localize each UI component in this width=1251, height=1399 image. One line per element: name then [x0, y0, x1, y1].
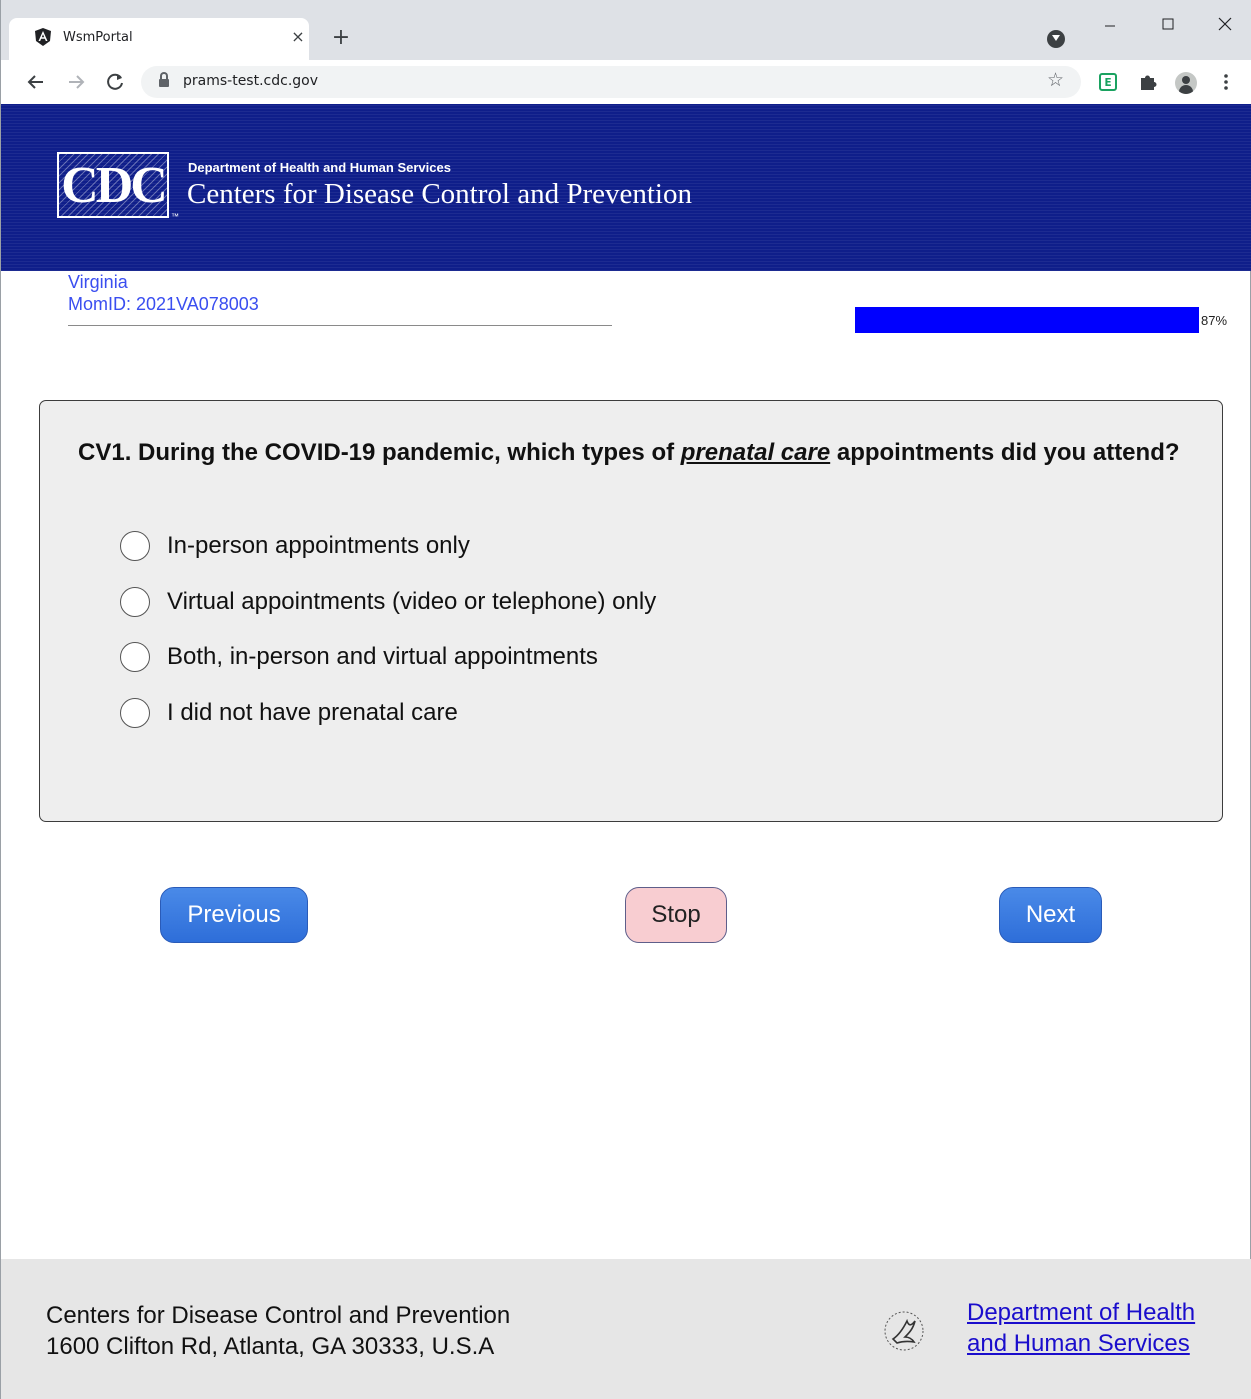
cdc-logo-text: CDC — [61, 157, 168, 214]
question-text: CV1. During the COVID-19 pandemic, which… — [78, 437, 1188, 468]
back-icon[interactable] — [23, 69, 49, 95]
address-bar[interactable]: prams-test.cdc.gov ☆ — [141, 66, 1081, 98]
hhs-link-line1[interactable]: Department of Health — [967, 1299, 1195, 1326]
lock-icon[interactable] — [159, 72, 169, 88]
tab-close-icon[interactable]: × — [287, 26, 309, 48]
agency-name: Centers for Disease Control and Preventi… — [187, 178, 692, 210]
minimize-icon[interactable] — [1095, 12, 1125, 36]
puzzle-icon[interactable] — [1135, 69, 1161, 95]
trademark-mark: ™ — [171, 212, 179, 221]
question-prefix: CV1. During the COVID-19 pandemic, which… — [78, 439, 681, 466]
answer-option-label[interactable]: I did not have prenatal care — [167, 699, 458, 727]
browser-toolbar: prams-test.cdc.gov ☆ ᴇ — [1, 60, 1251, 104]
progress-bar-fill — [855, 307, 1199, 333]
stop-button[interactable]: Stop — [625, 887, 727, 943]
radio-button[interactable] — [120, 587, 150, 617]
answer-option[interactable]: I did not have prenatal care — [120, 697, 458, 729]
extension-icon[interactable]: ᴇ — [1099, 73, 1117, 91]
hhs-link[interactable]: Department of Health and Human Services — [967, 1297, 1227, 1359]
question-card: CV1. During the COVID-19 pandemic, which… — [39, 400, 1223, 822]
answer-option[interactable]: Virtual appointments (video or telephone… — [120, 586, 656, 618]
answer-option-label[interactable]: Both, in-person and virtual appointments — [167, 643, 598, 671]
answer-option[interactable]: In-person appointments only — [120, 530, 470, 562]
radio-button[interactable] — [120, 698, 150, 728]
next-button[interactable]: Next — [999, 887, 1102, 943]
page-footer: Centers for Disease Control and Preventi… — [1, 1259, 1251, 1399]
tab-title: WsmPortal — [63, 30, 133, 45]
new-tab-button[interactable]: + — [329, 26, 353, 50]
avatar-icon[interactable] — [1175, 72, 1197, 94]
question-emphasis: prenatal care — [680, 439, 831, 466]
forward-icon[interactable] — [63, 69, 89, 95]
previous-button[interactable]: Previous — [160, 887, 308, 943]
info-divider — [68, 325, 612, 326]
hhs-link-line2[interactable]: and Human Services — [967, 1330, 1190, 1357]
footer-org-name: Centers for Disease Control and Preventi… — [46, 1302, 511, 1329]
star-icon[interactable]: ☆ — [1047, 69, 1064, 91]
browser-tab[interactable]: WsmPortal × — [9, 18, 309, 60]
angular-favicon-icon — [35, 28, 51, 46]
radio-button[interactable] — [120, 531, 150, 561]
kebab-menu-icon[interactable] — [1213, 69, 1239, 95]
footer-address: 1600 Clifton Rd, Atlanta, GA 30333, U.S.… — [46, 1333, 495, 1360]
answer-option-label[interactable]: Virtual appointments (video or telephone… — [167, 588, 656, 616]
reload-icon[interactable] — [102, 69, 128, 95]
cdc-header-banner: CDC ™ Department of Health and Human Ser… — [1, 104, 1251, 271]
answer-option-label[interactable]: In-person appointments only — [167, 532, 470, 560]
url-text[interactable]: prams-test.cdc.gov — [183, 73, 318, 89]
question-suffix: appointments did you attend? — [830, 439, 1180, 466]
state-label: Virginia — [68, 272, 128, 292]
hhs-eagle-icon — [884, 1311, 924, 1351]
progress-percent: 87% — [1201, 313, 1228, 328]
close-window-icon[interactable] — [1210, 12, 1240, 36]
progress-bar — [855, 307, 1199, 333]
browser-tabstrip: WsmPortal × + — [1, 0, 1251, 60]
maximize-icon[interactable] — [1153, 12, 1183, 36]
department-name: Department of Health and Human Services — [188, 160, 451, 175]
cdc-logo: CDC — [57, 152, 169, 218]
tab-search-icon[interactable] — [1047, 30, 1065, 48]
answer-option[interactable]: Both, in-person and virtual appointments — [120, 641, 598, 673]
mom-id-label: MomID: 2021VA078003 — [68, 294, 259, 314]
radio-button[interactable] — [120, 642, 150, 672]
